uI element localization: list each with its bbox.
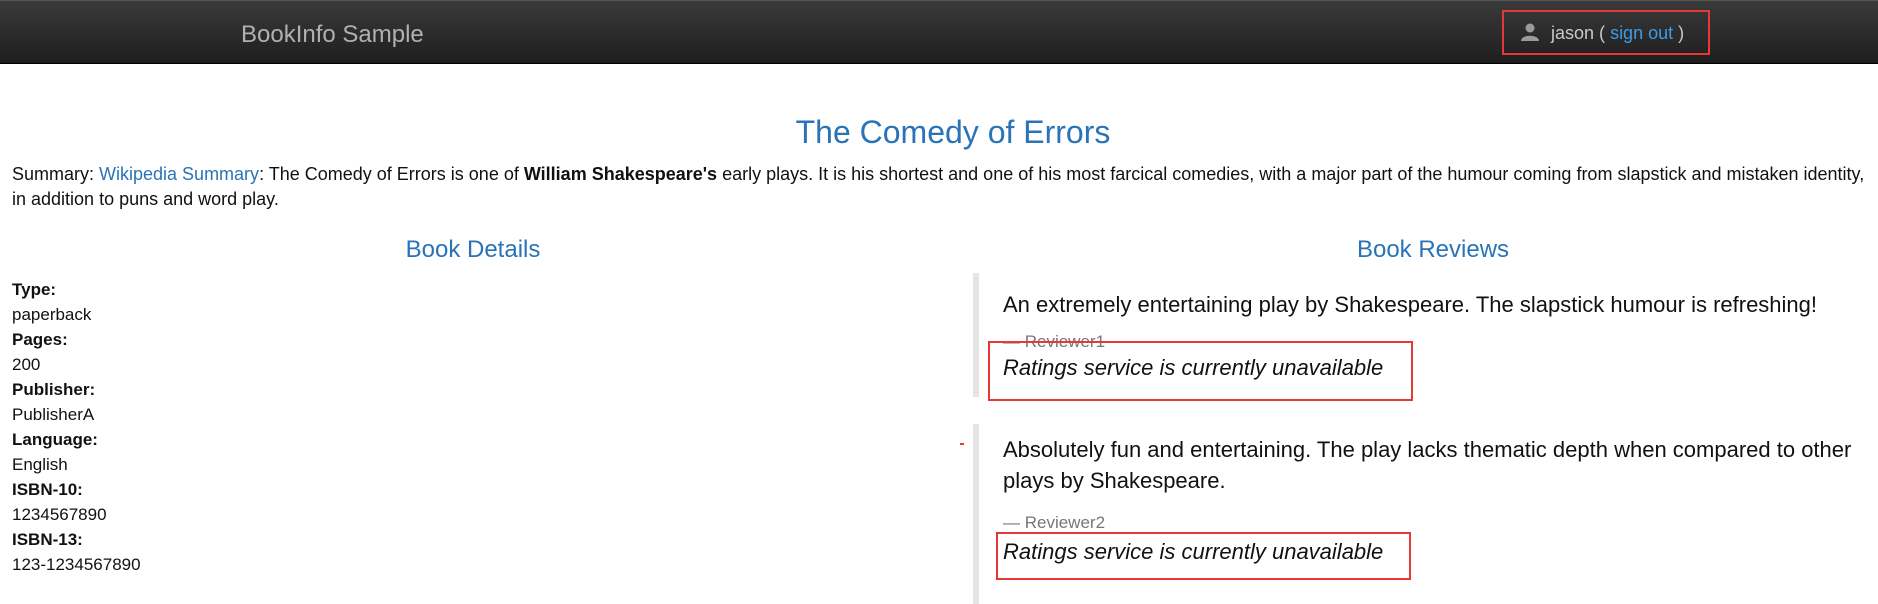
detail-value-type: paperback bbox=[12, 305, 92, 324]
detail-label-isbn10: ISBN-10: bbox=[12, 480, 83, 499]
summary-text-1: : The Comedy of Errors is one of bbox=[259, 164, 524, 184]
detail-value-isbn10: 1234567890 bbox=[12, 505, 107, 524]
detail-label-type: Type: bbox=[12, 280, 57, 299]
username: jason bbox=[1551, 23, 1595, 43]
close-paren: ) bbox=[1678, 23, 1685, 43]
detail-label-isbn13: ISBN-13: bbox=[12, 530, 83, 549]
book-details-list: Type: paperback Pages: 200 Publisher: Pu… bbox=[12, 277, 141, 577]
page-title: The Comedy of Errors bbox=[795, 114, 1111, 150]
user-info: jason ( sign out ) bbox=[1551, 23, 1684, 44]
book-summary: Summary: Wikipedia Summary: The Comedy o… bbox=[12, 162, 1878, 212]
rating-highlight-box bbox=[996, 532, 1411, 580]
marker-dot bbox=[960, 443, 964, 445]
rating-highlight-box bbox=[988, 341, 1413, 401]
reviewer-name: — Reviewer2 bbox=[1003, 513, 1106, 532]
detail-value-publisher: PublisherA bbox=[12, 405, 95, 424]
brand-link[interactable]: BookInfo Sample bbox=[241, 21, 424, 49]
user-icon bbox=[1521, 23, 1539, 41]
book-reviews-heading: Book Reviews bbox=[1356, 236, 1510, 263]
review-text: An extremely entertaining play by Shakes… bbox=[1003, 292, 1818, 317]
book-details-heading: Book Details bbox=[405, 236, 541, 263]
summary-prefix: Summary: bbox=[12, 164, 100, 184]
review-text: Absolutely fun and entertaining. The pla… bbox=[1003, 437, 1852, 493]
detail-label-pages: Pages: bbox=[12, 330, 68, 349]
wikipedia-summary-link[interactable]: Wikipedia Summary bbox=[99, 164, 259, 184]
open-paren: ( bbox=[1599, 23, 1606, 43]
summary-author: William Shakespeare's bbox=[523, 164, 718, 184]
detail-value-language: English bbox=[12, 455, 68, 474]
detail-value-isbn13: 123-1234567890 bbox=[12, 555, 141, 574]
detail-label-publisher: Publisher: bbox=[12, 380, 96, 399]
detail-value-pages: 200 bbox=[12, 355, 41, 374]
detail-label-language: Language: bbox=[12, 430, 98, 449]
sign-out-link[interactable]: sign out bbox=[1610, 23, 1673, 43]
